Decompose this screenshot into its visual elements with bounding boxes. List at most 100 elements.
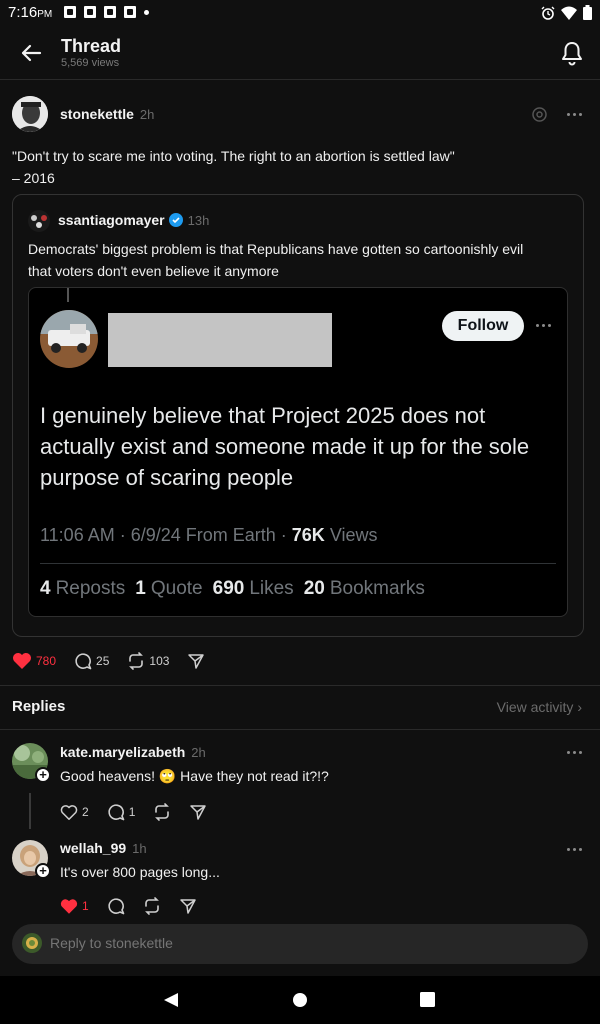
status-time: 7:16PM [8, 4, 53, 21]
app-notification-icon [124, 6, 136, 18]
reply-like-count: 1 [82, 899, 89, 913]
reply-more-icon[interactable] [567, 749, 587, 755]
home-circle-icon[interactable] [292, 992, 308, 1008]
post-actions: 780 25 103 [12, 652, 223, 670]
embedded-tweet-stats: 4 Reposts 1 Quote 690 Likes 20 Bookmarks [40, 578, 425, 600]
reply-thread-line [29, 793, 31, 829]
stat-likes: 690 Likes [212, 578, 294, 599]
back-triangle-icon[interactable] [163, 992, 179, 1008]
comment-count: 25 [96, 654, 110, 668]
reply-comment-count: 1 [128, 805, 136, 819]
reply-more-icon[interactable] [567, 846, 587, 852]
like-count: 780 [36, 654, 57, 668]
reply-author-line: wellah_99 1h [60, 840, 147, 858]
embedded-tweet-text: I genuinely believe that Project 2025 do… [40, 403, 530, 490]
battery-icon [583, 5, 592, 20]
reply-text: Good heavens! 🙄 Have they not read it?!? [60, 768, 329, 784]
follow-button[interactable]: Follow [442, 311, 524, 341]
view-count: 5,569 views [61, 57, 120, 69]
send-icon [190, 805, 207, 820]
quoted-text: Democrats' biggest problem is that Repub… [28, 238, 576, 282]
divider [0, 729, 600, 730]
quoted-text-line: that voters don't even believe it anymor… [28, 263, 279, 279]
replies-heading: Replies [12, 698, 66, 715]
post-text-line: – 2016 [12, 170, 55, 186]
reply-like-button[interactable]: 1 [60, 898, 89, 915]
post-time: 2h [139, 107, 155, 122]
quoted-username[interactable]: ssantiagomayer [58, 212, 165, 228]
app-notification-icon [64, 6, 76, 18]
quoted-time: 13h [187, 212, 210, 228]
embedded-more-icon [536, 322, 556, 328]
my-avatar [22, 933, 42, 953]
comment-icon [108, 804, 124, 821]
post-username[interactable]: stonekettle [60, 106, 134, 122]
post-text-line: "Don't try to scare me into voting. The … [12, 148, 455, 164]
heart-filled-icon [60, 898, 78, 914]
comment-icon [75, 653, 92, 670]
stat-bookmarks: 20 Bookmarks [303, 578, 425, 599]
more-notifications-dot [144, 10, 149, 15]
quoted-text-line: Democrats' biggest problem is that Repub… [28, 241, 524, 257]
reply-repost-button[interactable] [143, 897, 161, 915]
quoted-author-line: ssantiagomayer 13h [58, 212, 209, 228]
notification-icons [64, 6, 149, 18]
repost-icon [144, 897, 159, 915]
like-button[interactable]: 780 [12, 652, 56, 670]
reply-comment-button[interactable] [107, 897, 125, 915]
share-button[interactable] [187, 652, 205, 670]
recents-square-icon[interactable] [420, 992, 435, 1007]
system-nav-bar [0, 976, 600, 1024]
verified-badge-icon [168, 213, 183, 227]
repost-icon [129, 652, 144, 670]
heart-filled-icon [13, 653, 31, 669]
reply-username[interactable]: wellah_99 [60, 840, 126, 856]
stat-quote: 1 Quote [135, 578, 203, 599]
reply-share-button[interactable] [189, 803, 207, 821]
follow-plus-icon[interactable]: + [35, 767, 51, 783]
app-notification-icon [104, 6, 116, 18]
post-author-line: stonekettle 2h [60, 106, 154, 124]
reply-like-button[interactable]: 2 [60, 804, 89, 821]
follow-plus-icon[interactable]: + [35, 863, 51, 879]
reply-like-count: 2 [82, 805, 89, 819]
reshare-indicator-icon [532, 107, 547, 122]
quoted-avatar[interactable] [28, 210, 50, 232]
reply-author-line: kate.maryelizabeth 2h [60, 744, 206, 762]
reply-repost-button[interactable] [153, 803, 171, 821]
thread-header: Thread 5,569 views [0, 26, 600, 80]
page-title: Thread [61, 36, 122, 56]
avatar[interactable] [12, 96, 48, 132]
back-arrow-icon[interactable] [18, 40, 44, 66]
heart-icon [60, 804, 78, 820]
reply-text: It's over 800 pages long... [60, 864, 220, 880]
embedded-tweet-avatar [40, 310, 98, 368]
repost-icon [155, 803, 170, 821]
repost-button[interactable]: 103 [127, 652, 169, 670]
alarm-icon [541, 6, 555, 20]
more-options-icon[interactable] [567, 111, 587, 117]
system-icons [541, 5, 592, 20]
reply-share-button[interactable] [179, 897, 197, 915]
reply-username[interactable]: kate.maryelizabeth [60, 744, 185, 760]
reply-actions: 1 [60, 897, 215, 915]
post-text: "Don't try to scare me into voting. The … [12, 145, 592, 189]
bell-icon[interactable] [560, 40, 584, 66]
reply-time: 1h [132, 841, 147, 856]
redacted-name-box [108, 313, 332, 367]
reply-actions: 2 1 [60, 803, 225, 821]
status-bar: 7:16PM [0, 0, 600, 26]
embedded-divider [40, 563, 556, 564]
reply-input[interactable] [50, 935, 550, 951]
comment-icon [108, 898, 124, 915]
app-notification-icon [84, 6, 96, 18]
view-activity-link[interactable]: View activity › [497, 699, 582, 715]
reply-time: 2h [191, 745, 206, 760]
reply-comment-button[interactable]: 1 [107, 803, 136, 821]
wifi-icon [561, 6, 577, 20]
repost-count: 103 [149, 654, 170, 668]
divider [0, 685, 600, 686]
comment-button[interactable]: 25 [74, 652, 109, 670]
send-icon [188, 654, 205, 669]
stat-reposts: 4 Reposts [40, 578, 126, 599]
